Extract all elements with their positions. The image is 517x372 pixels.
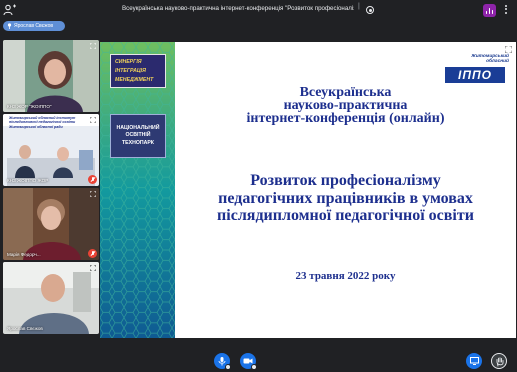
presenter-name: Ярослав Свєжов (14, 23, 54, 29)
shared-screen: СИНЕРГІЯ ІНТЕГРАЦІЯ МЕНЕДЖМЕНТ НАЦІОНАЛЬ… (100, 42, 516, 338)
pin-icon (7, 23, 12, 29)
bundle-line: ІНТЕГРАЦІЯ (115, 68, 146, 74)
participant-tile[interactable]: КНЗ ЖОР "ЖОІППО" (3, 40, 99, 112)
topic-line: Розвиток професіоналізму (250, 172, 441, 189)
participant-tile[interactable]: Житомирський обласний інститут післядипл… (3, 114, 99, 186)
participant-tile[interactable]: Ярослав Свєжов (3, 262, 99, 334)
present-button[interactable] (466, 353, 482, 369)
record-icon[interactable] (366, 6, 374, 14)
camera-options-dot[interactable] (251, 364, 257, 370)
ippo-logo: Житомирський обласний ІППО (435, 54, 513, 84)
expand-icon[interactable] (90, 191, 96, 197)
title-separator: | (358, 3, 360, 10)
participant-name: Ярослав Свєжов (7, 326, 43, 331)
logo-region-line: обласний (486, 59, 509, 64)
slide: Житомирський обласний ІППО Всеукраїнська… (175, 42, 516, 338)
people-icon[interactable] (3, 4, 17, 16)
participant-name: Марія Федорч... (7, 252, 41, 257)
participant-tile[interactable]: Марія Федорч... (3, 188, 99, 260)
participant-video (3, 188, 99, 260)
audio-level-icon (483, 4, 496, 17)
raise-hand-button[interactable] (491, 353, 507, 369)
conference-date: 23 травня 2022 року (295, 270, 396, 282)
topic-line: післядипломної педагогічної освіти (217, 207, 474, 224)
expand-icon[interactable] (90, 117, 96, 123)
logo-text: ІППО (445, 67, 505, 83)
mic-off-icon (88, 175, 97, 184)
raise-hand-icon (496, 356, 503, 366)
mic-button[interactable] (214, 353, 231, 370)
bundle-logo: СИНЕРГІЯ ІНТЕГРАЦІЯ МЕНЕДЖМЕНТ (110, 54, 166, 88)
conference-topic: Розвиток професіоналізму педагогічних пр… (175, 172, 516, 225)
participant-video (3, 262, 99, 334)
expand-icon[interactable] (505, 46, 512, 53)
techpark-logo: НАЦІОНАЛЬНИЙ ОСВІТНІЙ ТЕХНОПАРК (110, 114, 166, 158)
techpark-line: ОСВІТНІЙ (125, 132, 151, 139)
techpark-line: ТЕХНОПАРК (122, 139, 154, 146)
expand-icon[interactable] (90, 265, 96, 271)
logo-region: Житомирський обласний (471, 54, 509, 64)
topic-line: педагогічних працівників в умовах (218, 189, 473, 207)
present-screen-icon (469, 357, 479, 365)
participant-video (3, 40, 99, 112)
presenter-chip[interactable]: Ярослав Свєжов (3, 21, 65, 31)
conference-line: інтернет-конференція (онлайн) (246, 111, 445, 126)
bundle-line: МЕНЕДЖМЕНТ (115, 77, 154, 83)
slide-left-panel: СИНЕРГІЯ ІНТЕГРАЦІЯ МЕНЕДЖМЕНТ НАЦІОНАЛЬ… (100, 42, 175, 338)
participant-name: КНЗ ЖОІППО ЖОР (7, 178, 49, 183)
meeting-title: Всеукраїнська науково-практична інтернет… (122, 5, 354, 12)
mic-options-dot[interactable] (225, 364, 231, 370)
bundle-line: СИНЕРГІЯ (115, 59, 142, 65)
participant-name: КНЗ ЖОР "ЖОІППО" (7, 104, 52, 109)
more-options-icon[interactable] (503, 4, 509, 16)
camera-button[interactable] (240, 353, 257, 370)
expand-icon[interactable] (90, 43, 96, 49)
mic-off-icon (88, 249, 97, 258)
participant-slide-caption: Житомирський обласний інститут післядипл… (9, 116, 76, 129)
top-bar: Всеукраїнська науково-практична інтернет… (0, 0, 517, 20)
conference-title: Всеукраїнська науково-практична інтернет… (175, 86, 516, 126)
